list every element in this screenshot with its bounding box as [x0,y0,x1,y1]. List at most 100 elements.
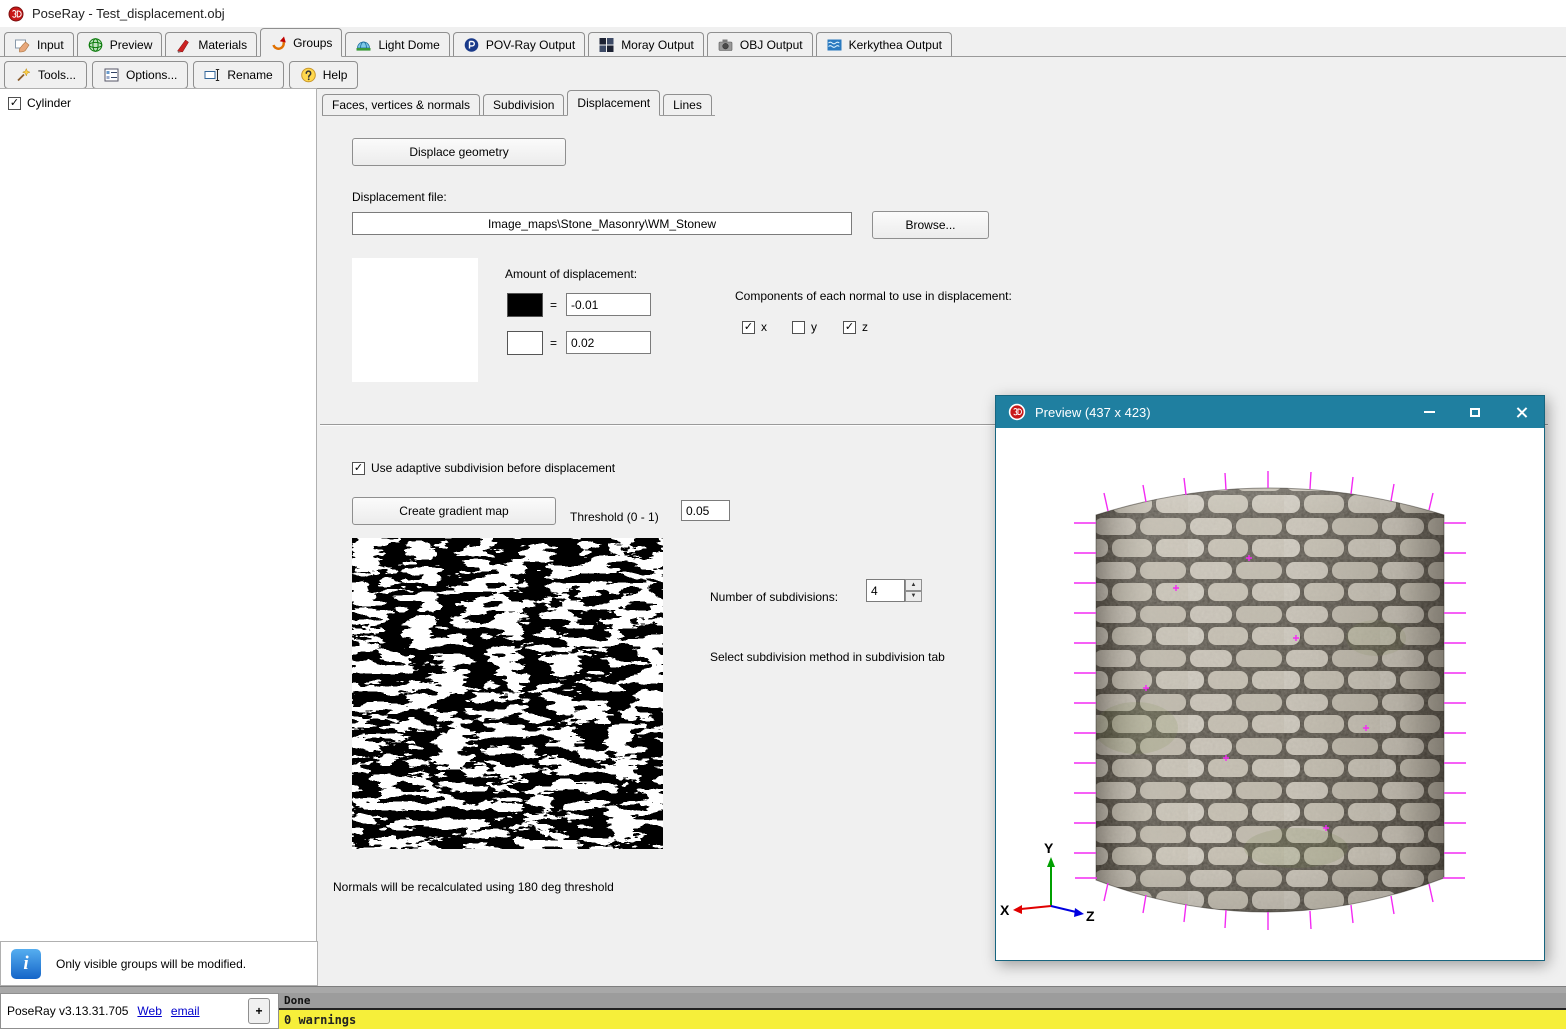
preview-title-bar[interactable]: Preview (437 x 423) [996,396,1544,428]
checkbox-label: y [811,320,817,334]
email-link[interactable]: email [171,1004,200,1018]
tools-icon [15,67,32,83]
subtab-subdivision[interactable]: Subdivision [483,94,564,115]
displacement-file-input[interactable] [352,212,852,235]
tab-label: Preview [110,38,153,52]
displace-geometry-button[interactable]: Displace geometry [352,138,566,166]
checkbox-label: x [761,320,767,334]
status-warnings-bar: 0 warnings [279,1008,1566,1029]
components-label: Components of each normal to use in disp… [735,289,1012,303]
button-label: Create gradient map [399,504,508,518]
obj-icon [717,37,734,53]
maximize-button[interactable] [1452,396,1498,428]
component-z-checkbox[interactable]: z [843,320,868,334]
component-x-checkbox[interactable]: x [742,320,767,334]
version-label: PoseRay v3.13.31.705 [7,1004,128,1018]
tab-povray-output[interactable]: POV-Ray Output [453,32,585,56]
checkbox [742,321,755,334]
button-label: Tools... [38,68,76,82]
tab-input[interactable]: Input [4,32,74,56]
equals-sign: = [550,336,557,350]
spinner-buttons [905,579,922,602]
povray-icon [463,37,480,53]
checkbox-label: z [862,320,868,334]
group-sub-tab-bar: Faces, vertices & normals Subdivision Di… [322,89,715,116]
moray-icon [598,37,615,53]
group-item-cylinder[interactable]: Cylinder [8,96,71,110]
status-done: Done [279,993,1566,1008]
adaptive-subdivision-checkbox[interactable]: Use adaptive subdivision before displace… [352,461,615,475]
subtab-displacement[interactable]: Displacement [567,90,660,116]
component-y-checkbox[interactable]: y [792,320,817,334]
tab-label: Kerkythea Output [849,38,942,52]
status-warnings-text: 0 warnings [284,1013,356,1027]
preview-icon [87,37,104,53]
tab-label: Light Dome [378,38,439,52]
tab-label: Faces, vertices & normals [332,98,470,112]
rename-button[interactable]: Rename [193,61,283,89]
info-icon [11,949,41,979]
spinner-down-button[interactable] [905,591,922,603]
tab-preview[interactable]: Preview [77,32,163,56]
tab-label: Lines [673,98,702,112]
help-icon [300,67,317,83]
subdivisions-input[interactable] [866,579,905,602]
preview-app-icon [1008,403,1026,421]
tab-groups[interactable]: Groups [260,28,342,57]
title-bar: PoseRay - Test_displacement.obj [0,0,1566,27]
tab-label: Input [37,38,64,52]
axis-y-label: Y [1044,840,1054,856]
black-displacement-input[interactable] [566,293,651,316]
info-strip: Only visible groups will be modified. [0,941,318,986]
equals-sign: = [550,298,557,312]
info-note: Only visible groups will be modified. [56,957,246,971]
groups-list-panel: Cylinder [0,88,317,941]
light-dome-icon [355,37,372,53]
button-label: Options... [126,68,177,82]
white-level-swatch [507,331,543,355]
spinner-up-button[interactable] [905,579,922,591]
expand-log-button[interactable]: + [248,998,270,1024]
rename-icon [204,67,221,83]
tab-label: Moray Output [621,38,694,52]
amount-of-displacement-label: Amount of displacement: [505,267,637,281]
number-of-subdivisions-label: Number of subdivisions: [710,590,838,604]
kerkythea-icon [826,37,843,53]
group-checkbox [8,97,21,110]
tab-materials[interactable]: Materials [165,32,257,56]
white-displacement-input[interactable] [566,331,651,354]
group-label: Cylinder [27,96,71,110]
help-button[interactable]: Help [289,61,359,89]
create-gradient-map-button[interactable]: Create gradient map [352,497,556,525]
cylinder-mesh [1086,456,1456,956]
main-tab-bar: Input Preview Materials Groups Light Dom… [0,29,1566,57]
tab-moray-output[interactable]: Moray Output [588,32,704,56]
options-icon [103,67,120,83]
tab-light-dome[interactable]: Light Dome [345,32,449,56]
tools-button[interactable]: Tools... [4,61,87,89]
subtab-lines[interactable]: Lines [663,94,712,115]
minimize-button[interactable] [1406,396,1452,428]
preview-window: Preview (437 x 423) [995,395,1545,961]
displacement-map-thumbnail [352,258,478,382]
poseray-window: PoseRay - Test_displacement.obj Input Pr… [0,0,1566,1029]
subtab-faces-vertices-normals[interactable]: Faces, vertices & normals [322,94,480,115]
browse-button[interactable]: Browse... [872,211,989,239]
button-label: Displace geometry [409,145,508,159]
checkbox [352,462,365,475]
checkbox [792,321,805,334]
tab-kerkythea-output[interactable]: Kerkythea Output [816,32,952,56]
preview-window-title: Preview (437 x 423) [1035,405,1406,420]
web-link[interactable]: Web [137,1004,161,1018]
subdivisions-spinner [866,579,922,602]
gradient-map-image [352,538,663,849]
subdivision-method-note: Select subdivision method in subdivision… [710,650,945,664]
preview-render: Y X Z [996,428,1544,960]
threshold-input[interactable] [681,500,730,521]
close-button[interactable] [1498,396,1544,428]
tab-obj-output[interactable]: OBJ Output [707,32,813,56]
app-icon [8,6,24,22]
options-button[interactable]: Options... [92,61,188,89]
tab-label: Groups [293,36,332,50]
preview-viewport[interactable]: Y X Z [996,428,1544,960]
